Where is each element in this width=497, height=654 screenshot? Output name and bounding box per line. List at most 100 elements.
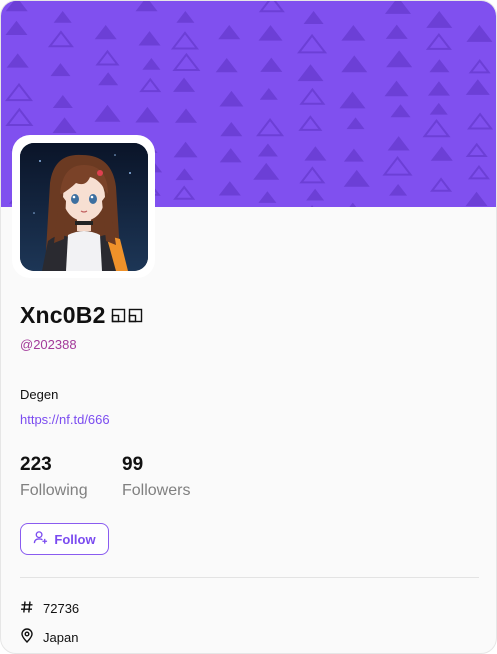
followers-label: Followers [122, 482, 191, 499]
cover-triangle [219, 148, 242, 163]
cover-triangle [425, 32, 452, 50]
divider [20, 577, 479, 578]
avatar[interactable] [20, 143, 148, 271]
hash-icon [20, 600, 34, 617]
followers-stat[interactable]: 99 Followers [122, 454, 190, 500]
cover-triangle [215, 57, 238, 73]
cover-triangle [50, 63, 71, 77]
cover-triangle [218, 181, 241, 196]
id-row: 72736 [20, 600, 79, 617]
cover-triangle [306, 188, 325, 201]
cover-triangle [298, 115, 323, 131]
cover-triangle [218, 25, 241, 40]
cover-triangle [385, 24, 408, 39]
cover-triangle [253, 162, 280, 180]
cover-triangle [260, 57, 283, 72]
cover-triangle [5, 1, 28, 12]
user-handle: @202388 [20, 337, 77, 352]
cover-triangle [47, 30, 74, 48]
cover-triangle [220, 121, 243, 137]
cover-triangle [465, 79, 490, 95]
followers-count: 99 [122, 454, 144, 475]
cover-triangle [389, 183, 408, 196]
cover-triangle [341, 55, 368, 73]
profile-link[interactable]: https://nf.td/666 [20, 412, 110, 427]
cover-triangle [4, 82, 34, 102]
cover-triangle [135, 106, 160, 123]
cover-triangle [5, 107, 34, 127]
cover-triangle [465, 191, 488, 207]
cover-triangle [258, 25, 283, 41]
name-badges [111, 308, 143, 323]
cover-triangle [297, 64, 324, 82]
location-row: Japan [20, 628, 78, 646]
bio-text: Degen [20, 387, 59, 402]
cover-triangle [341, 25, 366, 41]
cover-triangle [5, 20, 28, 36]
cover-triangle [467, 112, 494, 130]
cover-triangle [94, 104, 121, 122]
cover-triangle [52, 117, 77, 133]
cover-triangle [135, 1, 158, 12]
following-count: 223 [20, 454, 52, 475]
cover-triangle [466, 25, 493, 42]
cover-triangle [467, 164, 491, 180]
cover-triangle [173, 185, 196, 200]
cover-triangle [386, 50, 413, 68]
cover-triangle [257, 143, 278, 157]
follow-button-label: Follow [54, 531, 96, 547]
cover-triangle [52, 95, 73, 109]
square-outline-icon [128, 308, 143, 323]
cover-triangle [219, 90, 244, 107]
follow-button[interactable]: Follow [20, 523, 109, 555]
cover-triangle [173, 141, 198, 158]
map-pin-icon [20, 628, 34, 646]
cover-triangle [303, 11, 324, 24]
cover-triangle [299, 166, 326, 184]
cover-triangle [382, 156, 413, 176]
cover-triangle [175, 168, 194, 181]
user-plus-icon [33, 530, 48, 548]
cover-triangle [349, 202, 357, 207]
cover-triangle [258, 1, 285, 13]
cover-triangle [53, 11, 72, 23]
cover-triangle [304, 146, 327, 161]
square-outline-icon [111, 308, 126, 323]
cover-triangle [6, 53, 29, 68]
cover-triangle [172, 52, 201, 72]
display-name: Xnc0B2 [20, 301, 106, 328]
following-label: Following [20, 482, 88, 499]
cover-triangle [343, 148, 364, 162]
cover-triangle [297, 33, 328, 54]
profile-card: Xnc0B2 @202388 Degen https://nf.td/666 2… [0, 0, 497, 654]
cover-triangle [429, 59, 450, 73]
cover-triangle [426, 11, 453, 28]
cover-triangle [170, 31, 200, 50]
cover-triangle [343, 169, 370, 187]
cover-triangle [346, 117, 365, 130]
name-row: Xnc0B2 [20, 300, 143, 330]
cover-triangle [173, 77, 196, 92]
cover-triangle [430, 146, 453, 161]
cover-triangle [95, 49, 120, 66]
cover-triangle [94, 25, 117, 40]
cover-triangle [299, 87, 326, 105]
cover-triangle [258, 191, 277, 203]
cover-triangle [339, 91, 366, 109]
cover-triangle [138, 31, 161, 46]
location-text: Japan [43, 629, 79, 645]
cover-triangle [256, 117, 285, 137]
cover-triangle [430, 177, 453, 192]
cover-triangle [422, 118, 451, 138]
cover-triangle [390, 104, 411, 118]
cover-triangle [384, 80, 409, 97]
cover-triangle [139, 77, 162, 93]
following-stat[interactable]: 223 Following [20, 454, 88, 500]
cover-triangle [385, 1, 412, 14]
id-number: 72736 [43, 601, 80, 616]
cover-triangle [259, 88, 278, 100]
cover-triangle [429, 102, 448, 115]
cover-triangle [175, 108, 198, 123]
cover-triangle [427, 81, 450, 96]
cover-triangle [465, 142, 488, 158]
